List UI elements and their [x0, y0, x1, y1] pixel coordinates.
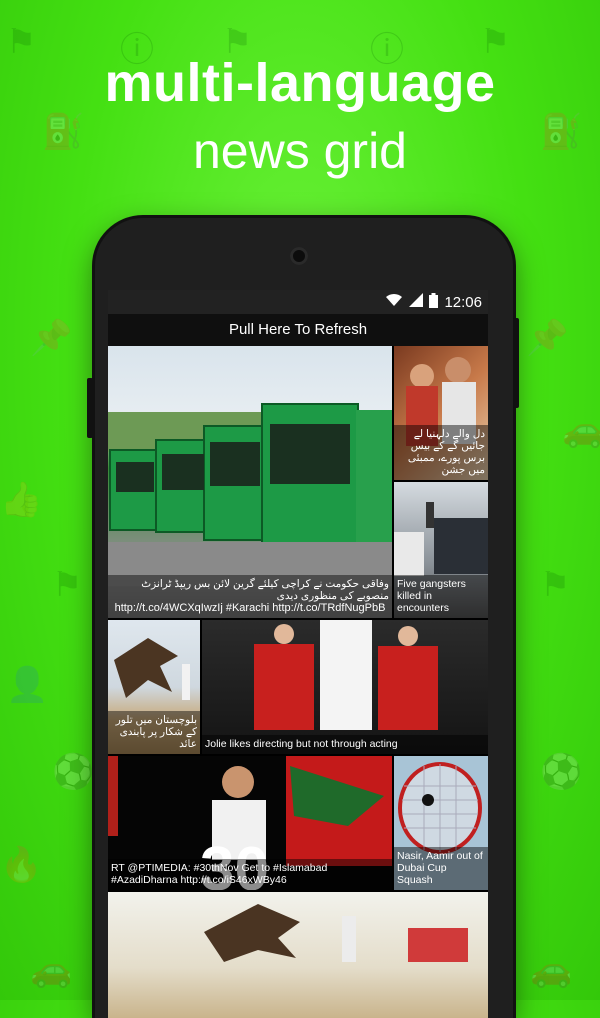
status-bar: 12:06 [108, 290, 488, 314]
wifi-icon [385, 293, 403, 311]
power-button [87, 378, 93, 438]
news-tile[interactable]: وفاقی حکومت نے کراچی کیلئے گرین لائن بس … [108, 346, 392, 618]
fire-icon: 🔥 [0, 845, 43, 885]
battery-icon [429, 292, 439, 312]
news-tile[interactable]: Nasir, Aamir out of Dubai Cup Squash [394, 756, 488, 890]
user-add-icon: 👤 [6, 665, 49, 705]
car-icon: 🚗 [30, 950, 73, 990]
phone-frame: 12:06 Pull Here To Refresh وفاقی حکومت ن… [87, 218, 519, 1018]
tile-caption: وفاقی حکومت نے کراچی کیلئے گرین لائن بس … [108, 575, 392, 618]
ball-icon: ⚽ [52, 752, 95, 792]
signal-icon [409, 293, 424, 311]
news-tile[interactable]: بلوچستان میں تلور کے شکار پر پابندی عائد [108, 620, 200, 754]
promo-title: multi-language [104, 53, 496, 113]
news-image-event [254, 620, 438, 730]
tile-caption: دل والے دلہنیا لے جائیں گے کے بیس برس پو… [394, 425, 488, 480]
pin-icon: 📌 [30, 318, 73, 358]
car-icon: 🚗 [562, 410, 600, 450]
tile-caption: Jolie likes directing but not through ac… [202, 735, 488, 754]
thumb-icon: 👍 [0, 480, 43, 520]
news-tile[interactable]: 30 RT @PTIMEDIA: #30thNov Get to #Islama… [108, 756, 392, 890]
tile-caption: Five gangsters killed in encounters [394, 575, 488, 618]
ball-icon: ⚽ [540, 752, 583, 792]
news-image-buses [108, 403, 392, 586]
volume-button [513, 318, 519, 408]
earpiece [290, 247, 308, 265]
news-image-police [394, 502, 488, 576]
car-icon: 🚗 [530, 950, 573, 990]
news-image-falconry [204, 904, 468, 962]
tile-caption: RT @PTIMEDIA: #30thNov Get to #Islamabad… [108, 859, 392, 890]
news-image-falcon [114, 638, 190, 700]
pull-to-refresh[interactable]: Pull Here To Refresh [108, 314, 488, 346]
status-time: 12:06 [444, 293, 482, 311]
flag-icon: ⚑ [52, 565, 83, 605]
promo-subtitle: news grid [193, 123, 407, 179]
tile-caption: Nasir, Aamir out of Dubai Cup Squash [394, 847, 488, 890]
flag-icon: ⚑ [540, 565, 571, 605]
news-tile[interactable] [108, 892, 488, 1018]
news-tile[interactable]: Jolie likes directing but not through ac… [202, 620, 488, 754]
app-screen: 12:06 Pull Here To Refresh وفاقی حکومت ن… [108, 290, 488, 1018]
tile-caption: بلوچستان میں تلور کے شکار پر پابندی عائد [108, 711, 200, 754]
news-tile[interactable]: دل والے دلہنیا لے جائیں گے کے بیس برس پو… [394, 346, 488, 480]
news-tile[interactable]: Five gangsters killed in encounters [394, 482, 488, 618]
pin-icon: 📌 [526, 318, 569, 358]
